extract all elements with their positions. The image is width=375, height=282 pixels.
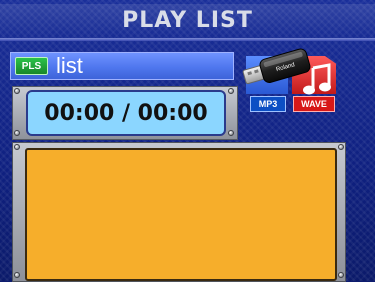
mp3-label: MP3 (250, 96, 286, 112)
screw-icon (14, 144, 20, 150)
pls-badge-icon: PLS (15, 57, 48, 75)
title-bar: PLAY LIST (0, 4, 375, 36)
screw-icon (228, 88, 234, 94)
elapsed-time: 00:00 / 00:00 (44, 100, 208, 126)
screw-icon (14, 272, 20, 278)
playlist-area[interactable] (25, 148, 337, 281)
usb-drive-icon[interactable]: Roland (241, 44, 313, 90)
screw-icon (14, 88, 20, 94)
screw-icon (14, 130, 20, 136)
page-title: PLAY LIST (122, 7, 253, 33)
wave-label: WAVE (293, 96, 335, 112)
playlist-selector[interactable]: PLS list (10, 52, 234, 80)
screw-icon (338, 272, 344, 278)
playlist-name: list (56, 53, 83, 78)
screw-icon (338, 144, 344, 150)
time-display: 00:00 / 00:00 (26, 90, 226, 136)
screw-icon (228, 130, 234, 136)
header-divider (0, 38, 375, 41)
